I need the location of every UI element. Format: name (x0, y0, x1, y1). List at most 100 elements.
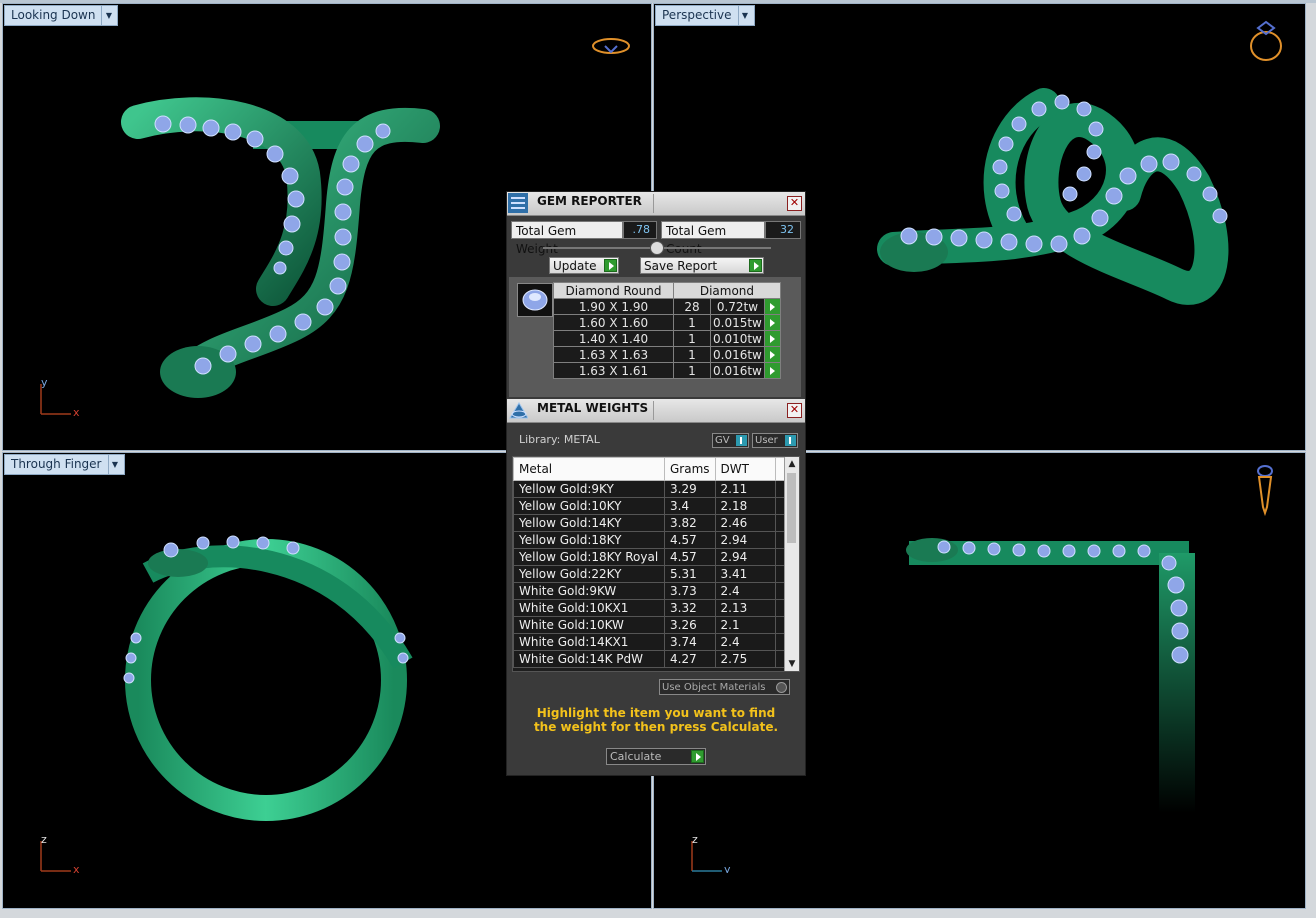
orientation-ring-icon[interactable] (1246, 20, 1286, 64)
gem-count: 1 (673, 314, 711, 331)
select-arrow-icon[interactable] (763, 298, 781, 315)
table-row[interactable]: 1.40 X 1.40 1 0.010tw (553, 330, 781, 347)
gv-toggle[interactable]: GV (712, 433, 749, 448)
axis-label-z: z (41, 833, 47, 846)
axis-label-y: y (41, 376, 48, 389)
metal-dwt: 2.94 (714, 531, 776, 549)
slider-handle[interactable] (650, 241, 664, 255)
select-arrow-icon[interactable] (763, 346, 781, 363)
calculate-button[interactable]: Calculate (606, 748, 706, 765)
scroll-up-icon[interactable]: ▲ (787, 458, 797, 470)
table-row[interactable]: White Gold:14K PdW 4.27 2.75 (513, 650, 788, 668)
gem-reporter-header[interactable]: GEM REPORTER ✕ (507, 192, 805, 216)
dwt-column-header[interactable]: DWT (714, 457, 776, 481)
metal-name: Yellow Gold:18KY Royal (513, 548, 665, 566)
axis-label-x: x (73, 863, 80, 873)
round-diamond-icon (517, 283, 553, 317)
gem-count: 1 (673, 330, 711, 347)
metal-dwt: 2.13 (714, 599, 776, 617)
metal-name: Yellow Gold:14KY (513, 514, 665, 532)
table-row[interactable]: White Gold:10KW 3.26 2.1 (513, 616, 788, 634)
axis-gizmo: z y (691, 833, 731, 873)
gem-reporter-title: GEM REPORTER (537, 194, 642, 208)
metal-grams: 3.4 (664, 497, 716, 515)
save-report-button[interactable]: Save Report (640, 257, 764, 274)
total-gem-count-label: Total Gem Count (661, 221, 765, 256)
metal-dwt: 2.94 (714, 548, 776, 566)
gv-label: GV (715, 435, 730, 446)
save-report-label: Save Report (644, 259, 718, 273)
table-row[interactable]: White Gold:10KX1 3.32 2.13 (513, 599, 788, 617)
table-row[interactable]: Yellow Gold:14KY 3.82 2.46 (513, 514, 788, 532)
metal-grams: 5.31 (664, 565, 716, 583)
table-row[interactable]: 1.90 X 1.90 28 0.72tw (553, 298, 781, 315)
orientation-ring-icon[interactable] (591, 34, 631, 58)
metal-dwt: 2.4 (714, 582, 776, 600)
calculate-label: Calculate (610, 750, 662, 763)
metal-list[interactable]: Metal Grams DWT Yellow Gold:9KY 3.29 2.11 … (512, 456, 800, 672)
select-arrow-icon[interactable] (763, 362, 781, 379)
select-arrow-icon[interactable] (763, 330, 781, 347)
gem-size: 1.63 X 1.63 (553, 346, 674, 363)
metal-weights-header[interactable]: METAL WEIGHTS ✕ (507, 399, 805, 423)
select-arrow-icon[interactable] (763, 314, 781, 331)
close-icon[interactable]: ✕ (787, 403, 802, 418)
axis-label-x: x (73, 406, 80, 416)
metal-grams: 3.32 (664, 599, 716, 617)
metal-column-header[interactable]: Metal (513, 457, 665, 481)
table-row[interactable]: 1.60 X 1.60 1 0.015tw (553, 314, 781, 331)
gem-count: 1 (673, 362, 711, 379)
grams-column-header[interactable]: Grams (664, 457, 716, 481)
table-row[interactable]: Yellow Gold:18KY 4.57 2.94 (513, 531, 788, 549)
use-object-materials-label: Use Object Materials (662, 682, 766, 693)
table-row[interactable]: Yellow Gold:10KY 3.4 2.18 (513, 497, 788, 515)
metal-name: White Gold:9KW (513, 582, 665, 600)
gem-material-header: Diamond (673, 282, 781, 299)
metal-name: Yellow Gold:10KY (513, 497, 665, 515)
table-row[interactable]: White Gold:9KW 3.73 2.4 (513, 582, 788, 600)
metal-grams: 4.57 (664, 548, 716, 566)
header-divider (653, 401, 654, 420)
calculate-hint: Highlight the item you want to find the … (533, 706, 779, 734)
gem-size: 1.90 X 1.90 (553, 298, 674, 315)
table-row[interactable]: 1.63 X 1.63 1 0.016tw (553, 346, 781, 363)
toggle-switch-icon (785, 435, 796, 446)
table-row[interactable]: Yellow Gold:9KY 3.29 2.11 (513, 480, 788, 498)
metal-dwt: 2.18 (714, 497, 776, 515)
gem-size: 1.63 X 1.61 (553, 362, 674, 379)
close-icon[interactable]: ✕ (787, 196, 802, 211)
user-toggle[interactable]: User (752, 433, 798, 448)
gem-shape-header: Diamond Round (553, 282, 674, 299)
table-row[interactable]: Yellow Gold:22KY 5.31 3.41 (513, 565, 788, 583)
use-object-materials-toggle[interactable]: Use Object Materials (659, 679, 790, 695)
update-button[interactable]: Update (549, 257, 619, 274)
scrollbar-thumb[interactable] (787, 473, 796, 543)
metal-name: Yellow Gold:9KY (513, 480, 665, 498)
metal-table: Metal Grams DWT Yellow Gold:9KY 3.29 2.11 … (513, 457, 788, 668)
gem-count: 1 (673, 346, 711, 363)
gem-size: 1.40 X 1.40 (553, 330, 674, 347)
vertical-scrollbar[interactable]: ▲ ▼ (784, 457, 799, 671)
table-row[interactable]: 1.63 X 1.61 1 0.016tw (553, 362, 781, 379)
update-label: Update (553, 259, 597, 273)
user-label: User (755, 435, 778, 446)
metal-grams: 3.82 (664, 514, 716, 532)
table-row[interactable]: White Gold:14KX1 3.74 2.4 (513, 633, 788, 651)
metal-grams: 4.27 (664, 650, 716, 668)
metal-name: White Gold:10KX1 (513, 599, 665, 617)
metal-grams: 3.29 (664, 480, 716, 498)
gem-table: Diamond Round Diamond 1.90 X 1.90 28 0.72t… (553, 282, 781, 379)
orientation-ring-icon[interactable] (1254, 463, 1276, 517)
gem-size: 1.60 X 1.60 (553, 314, 674, 331)
scroll-down-icon[interactable]: ▼ (787, 658, 797, 670)
gem-weight: 0.015tw (710, 314, 765, 331)
gem-weight: 0.016tw (710, 362, 765, 379)
total-gem-count-value: 32 (765, 221, 801, 239)
metal-weights-icon (509, 402, 528, 419)
axis-label-y: y (724, 863, 731, 873)
gem-count: 28 (673, 298, 711, 315)
gem-weight: 0.72tw (710, 298, 765, 315)
gem-reporter-panel: GEM REPORTER ✕ Total Gem Weight .78 Tota… (506, 191, 806, 776)
table-row[interactable]: Yellow Gold:18KY Royal 4.57 2.94 (513, 548, 788, 566)
metal-name: White Gold:10KW (513, 616, 665, 634)
